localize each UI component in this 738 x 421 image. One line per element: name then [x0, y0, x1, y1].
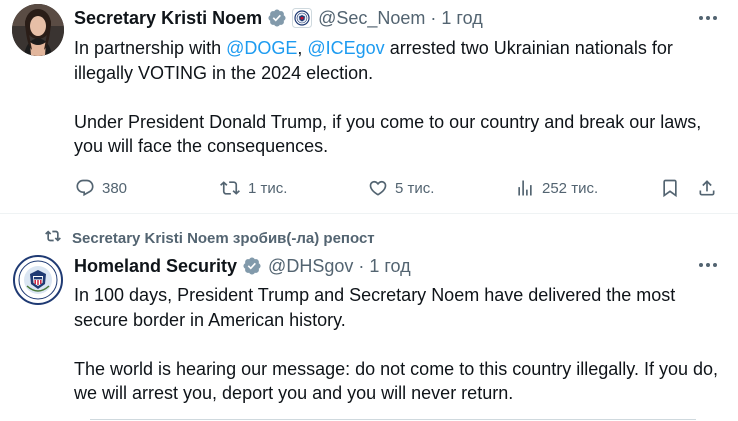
- share-button[interactable]: [697, 175, 724, 201]
- repost-button[interactable]: 1 тис.: [219, 175, 287, 201]
- author-handle[interactable]: @Sec_Noem: [318, 8, 425, 29]
- gray-verified-badge-icon[interactable]: [242, 256, 262, 276]
- reply-button[interactable]: 380: [75, 175, 127, 201]
- action-bar: 380 1 тис. 5 тис. 252 тис.: [0, 175, 738, 201]
- reply-count: 380: [102, 179, 128, 197]
- share-icon: [697, 178, 724, 198]
- content-bottom-rule: [90, 419, 696, 420]
- bookmark-icon: [660, 178, 687, 198]
- mention-link-icegov[interactable]: @ICEgov: [307, 38, 384, 58]
- tweet-text: In partnership with @DOGE, @ICEgov arres…: [74, 36, 724, 159]
- more-icon[interactable]: [696, 8, 720, 28]
- tweet-paragraph-2: The world is hearing our message: do not…: [74, 358, 718, 404]
- avatar-kristi-noem[interactable]: [12, 4, 64, 56]
- timestamp[interactable]: 1 год: [369, 256, 410, 277]
- like-button[interactable]: 5 тис.: [368, 175, 434, 201]
- timestamp[interactable]: 1 год: [441, 8, 482, 29]
- text-segment: ,: [297, 38, 308, 58]
- like-icon: [368, 178, 395, 198]
- mention-link-doge[interactable]: @DOGE: [226, 38, 297, 58]
- tweet-paragraph-1: In 100 days, President Trump and Secreta…: [74, 285, 676, 330]
- repost-count: 1 тис.: [248, 179, 288, 197]
- separator-dot: ·: [430, 7, 437, 28]
- tweet-header: Homeland Security @DHSgov · 1 год: [74, 254, 411, 278]
- tweet-noem[interactable]: Secretary Kristi Noem @Sec_Noem · 1 год: [0, 0, 738, 213]
- more-icon[interactable]: [696, 255, 720, 275]
- bookmark-button[interactable]: [660, 175, 687, 201]
- separator-dot: ·: [358, 255, 365, 276]
- dhs-affiliate-badge-icon[interactable]: [292, 8, 313, 28]
- tweet-paragraph-1: In partnership with @DOGE, @ICEgov arres…: [74, 36, 724, 85]
- views-button[interactable]: 252 тис.: [515, 175, 598, 201]
- views-icon: [515, 178, 542, 198]
- repost-icon: [219, 178, 248, 198]
- like-count: 5 тис.: [395, 179, 435, 197]
- avatar-dhs-seal[interactable]: [12, 254, 64, 306]
- text-segment: In partnership with: [74, 38, 227, 58]
- tweet-paragraph-2: Under President Donald Trump, if you com…: [74, 111, 702, 157]
- reply-icon: [75, 178, 102, 198]
- tweet-header: Secretary Kristi Noem @Sec_Noem · 1 год: [74, 6, 483, 30]
- author-handle[interactable]: @DHSgov: [268, 256, 353, 277]
- views-count: 252 тис.: [542, 179, 599, 197]
- author-name[interactable]: Secretary Kristi Noem: [74, 8, 262, 29]
- gray-verified-badge-icon[interactable]: [267, 8, 287, 28]
- tweet-text: In 100 days, President Trump and Secreta…: [74, 283, 724, 406]
- author-name[interactable]: Homeland Security: [74, 256, 237, 277]
